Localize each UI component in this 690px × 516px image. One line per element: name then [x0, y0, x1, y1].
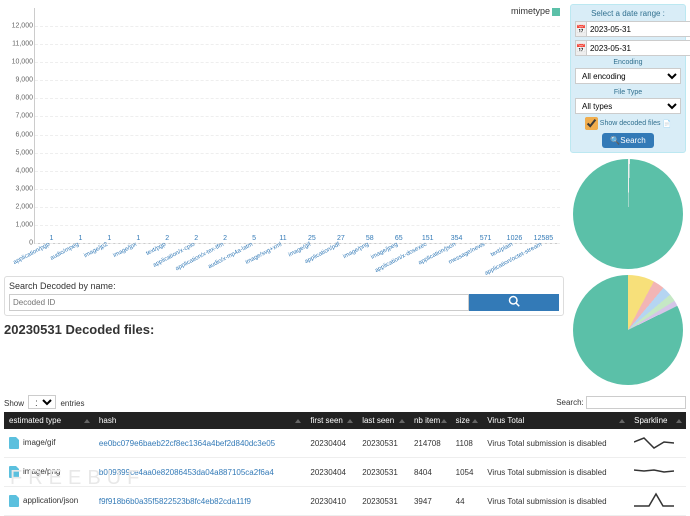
mimetype-bar-chart: mimetype 01,0002,0003,0004,0005,0006,000… [4, 4, 564, 274]
show-decoded-input[interactable] [585, 117, 598, 130]
bar-application/json[interactable]: 354application/json [442, 235, 471, 243]
bar-message/news[interactable]: 571message/news [471, 235, 500, 243]
bar-image/jp2[interactable]: 1image/jp2 [95, 235, 124, 243]
bar-application/x-cpio[interactable]: 2application/x-cpio [182, 235, 211, 243]
bar-application/pdf[interactable]: 27application/pdf [326, 235, 355, 243]
sparkline [629, 458, 686, 487]
bar-text/pgp[interactable]: 2text/pgp [153, 235, 182, 243]
col-nb-item[interactable]: nb item [409, 412, 451, 429]
entries-select[interactable]: 10 [28, 395, 56, 409]
col-estimated-type[interactable]: estimated type [4, 412, 94, 429]
decoded-id-input[interactable] [9, 294, 469, 311]
col-size[interactable]: size [451, 412, 483, 429]
search-decoded-panel: Search Decoded by name: [4, 276, 564, 316]
col-last-seen[interactable]: last seen [357, 412, 409, 429]
file-icon: 📄 [663, 120, 672, 128]
file-icon [9, 437, 19, 449]
date-to-input[interactable] [587, 40, 690, 56]
filter-search-button[interactable]: 🔍Search [602, 133, 653, 148]
table-row: image/gifee0bc079e6baeb22cf8ec1364a4bef2… [4, 429, 686, 458]
filetype-select[interactable]: All types [575, 98, 681, 114]
search-decoded-title: Search Decoded by name: [9, 281, 559, 291]
decoded-search-button[interactable] [469, 294, 559, 311]
decoded-files-table: estimated typehashfirst seenlast seennb … [4, 412, 686, 516]
col-first-seen[interactable]: first seen [305, 412, 357, 429]
table-search-input[interactable] [586, 396, 686, 409]
filter-panel: Select a date range : 📅 📅 Encoding All e… [570, 4, 686, 153]
decoded-files-heading: 20230531 Decoded files: [4, 322, 564, 337]
pie-chart-2 [573, 275, 683, 385]
bar-application/pgp[interactable]: 1application/pgp [37, 235, 66, 243]
calendar-icon: 📅 [575, 40, 587, 56]
bar-text/plain[interactable]: 1026text/plain [500, 235, 529, 243]
col-hash[interactable]: hash [94, 412, 305, 429]
encoding-select[interactable]: All encoding [575, 68, 681, 84]
bar-application/octet-stream[interactable]: 12585application/octet-stream [529, 235, 558, 243]
bar-application/x-dosexec[interactable]: 151application/x-dosexec [413, 235, 442, 243]
file-icon [9, 495, 19, 507]
bar-image/svg+xml[interactable]: 11image/svg+xml [269, 235, 298, 243]
entries-length: Show 10 entries [4, 395, 85, 409]
bar-audio/x-mp4a-latm[interactable]: 5audio/x-mp4a-latm [240, 235, 269, 243]
calendar-icon: 📅 [575, 21, 587, 37]
show-decoded-checkbox[interactable]: Show decoded files 📄 [575, 117, 681, 130]
hash-link[interactable]: f9f918b6b0a35f5822523b8fc4eb82cda11f9 [99, 497, 251, 506]
bar-application/x-tex-tfm[interactable]: 2application/x-tex-tfm [211, 235, 240, 243]
encoding-label: Encoding [575, 59, 681, 66]
search-icon: 🔍 [610, 136, 620, 145]
hash-link[interactable]: b009399ce4aa0e82086453da04a887105ca2f6a4 [99, 468, 274, 477]
sparkline [629, 429, 686, 458]
file-icon [9, 466, 19, 478]
bar-audio/mpeg[interactable]: 1audio/mpeg [66, 235, 95, 243]
table-row: image/pngb009399ce4aa0e82086453da04a8871… [4, 458, 686, 487]
table-search: Search: [556, 396, 686, 409]
col-Sparkline[interactable]: Sparkline [629, 412, 686, 429]
hash-link[interactable]: ee0bc079e6baeb22cf8ec1364a4bef2d840dc3e0… [99, 439, 275, 448]
bar-image/png[interactable]: 58image/png [355, 235, 384, 243]
bar-image/jpeg[interactable]: 65image/jpeg [384, 235, 413, 243]
pie-chart-1 [573, 159, 683, 269]
table-row: application/jsonf9f918b6b0a35f5822523b8f… [4, 487, 686, 516]
bar-image/jpx[interactable]: 1image/jpx [124, 235, 153, 243]
filter-title: Select a date range : [575, 9, 681, 18]
bar-image/gif[interactable]: 25image/gif [297, 235, 326, 243]
sparkline [629, 487, 686, 516]
col-Virus-Total[interactable]: Virus Total [482, 412, 629, 429]
date-from-input[interactable] [587, 21, 690, 37]
filetype-label: File Type [575, 89, 681, 96]
